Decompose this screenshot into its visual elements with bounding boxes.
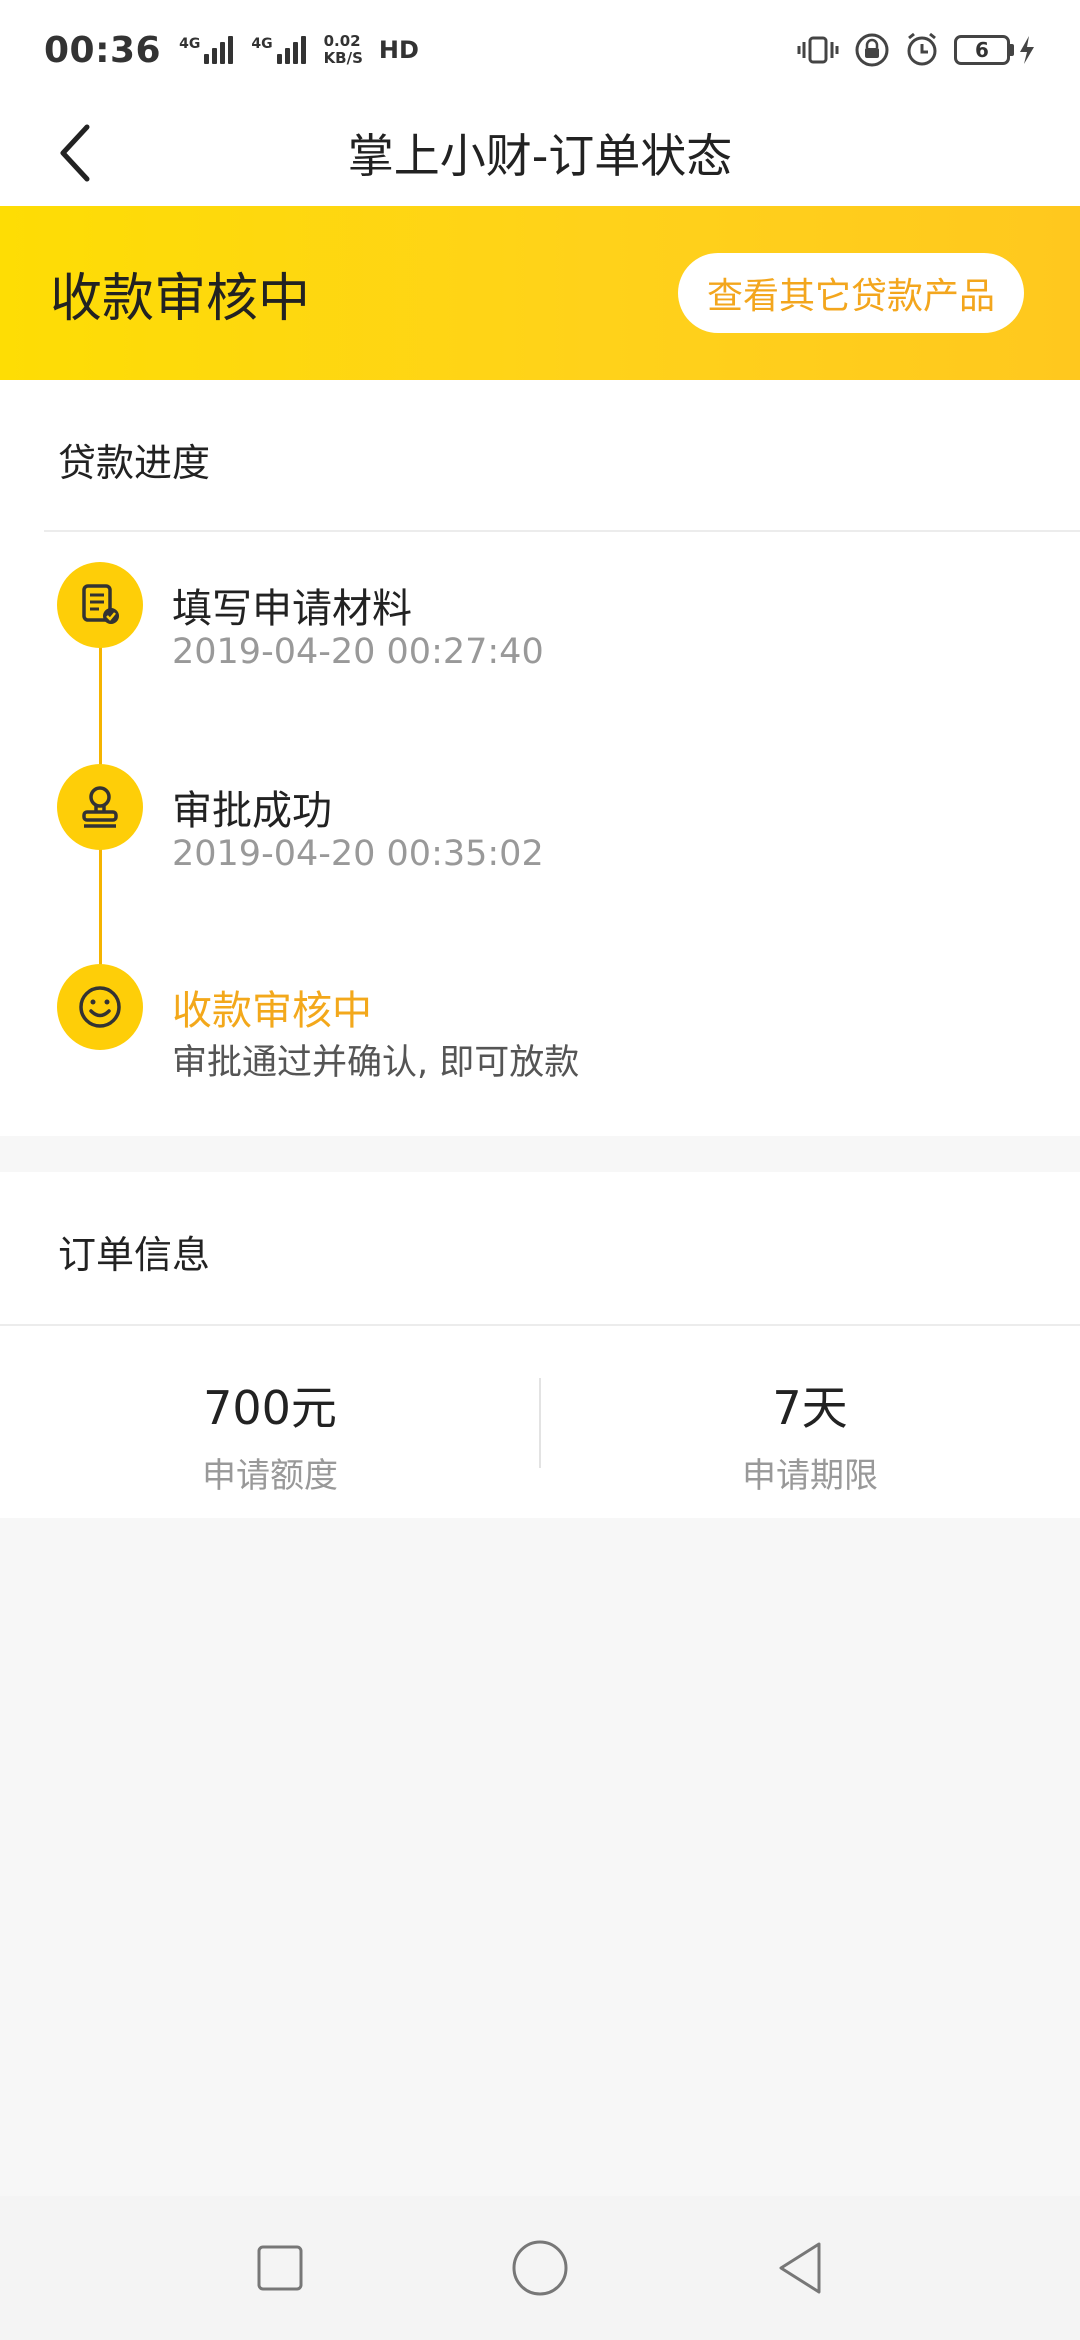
stamp-icon	[82, 786, 118, 828]
step-description: 审批通过并确认, 即可放款	[172, 1043, 580, 1083]
status-time: 00:36	[44, 29, 162, 71]
recent-apps-icon	[257, 2245, 303, 2291]
step-icon-approved	[57, 764, 143, 850]
page-title: 掌上小财-订单状态	[347, 129, 733, 183]
document-check-icon	[82, 584, 119, 624]
step-title: 审批成功	[172, 788, 332, 834]
amount-value: 700元	[203, 1381, 337, 1435]
order-section-title: 订单信息	[58, 1233, 211, 1277]
order-term: 7天 申请期限	[540, 1372, 1080, 1497]
amount-label: 申请额度	[202, 1456, 338, 1496]
home-button[interactable]	[485, 2213, 595, 2323]
alarm-icon	[907, 32, 937, 66]
order-amount: 700元 申请额度	[0, 1372, 540, 1497]
network-speed: 0.02 KB/S	[324, 33, 363, 67]
chevron-left-icon	[60, 124, 90, 182]
hd-icon: HD	[378, 36, 419, 64]
divider	[44, 530, 1080, 532]
back-system-button[interactable]	[745, 2213, 855, 2323]
signal-icon: 4G	[179, 36, 234, 64]
navbar: 掌上小财-订单状态	[0, 100, 1080, 206]
screen: 00:36 4G 4G 0.02 KB/S HD 6 掌上小财-订单状态 收款审…	[0, 0, 1080, 2340]
term-label: 申请期限	[742, 1456, 878, 1496]
loan-progress-card: 贷款进度 填写申请材料 2019-04-20 00:27:40 审批成功 201…	[0, 380, 1080, 1136]
banner-status-text: 收款审核中	[50, 268, 311, 329]
divider	[0, 1324, 1080, 1326]
status-bar: 00:36 4G 4G 0.02 KB/S HD 6	[0, 0, 1080, 100]
system-navigation-bar	[0, 2196, 1080, 2340]
term-value: 7天	[772, 1381, 848, 1435]
status-right: 6	[796, 32, 1036, 68]
back-triangle-icon	[779, 2242, 821, 2294]
recent-apps-button[interactable]	[225, 2213, 335, 2323]
charging-icon	[1020, 36, 1034, 64]
step-icon-reviewing	[57, 964, 143, 1050]
back-button[interactable]	[40, 114, 110, 192]
network-type-label: 4G	[251, 36, 273, 52]
smiley-icon	[79, 986, 121, 1028]
signal-icon: 4G	[251, 36, 306, 64]
step-timestamp: 2019-04-20 00:35:02	[172, 834, 544, 874]
step-title: 填写申请材料	[172, 586, 412, 632]
status-left: 00:36 4G 4G 0.02 KB/S HD	[44, 30, 419, 71]
network-type-label: 4G	[179, 36, 201, 52]
order-info-card: 订单信息 700元 申请额度 7天 申请期限	[0, 1172, 1080, 1518]
vibrate-icon	[797, 36, 839, 64]
step-icon-application	[57, 562, 143, 648]
battery-icon: 6	[954, 35, 1036, 65]
home-icon	[512, 2240, 568, 2296]
lock-rotation-icon	[855, 33, 889, 67]
speed-value: 0.02	[323, 32, 361, 50]
other-loan-products-button[interactable]: 查看其它贷款产品	[678, 253, 1024, 333]
status-banner: 收款审核中 查看其它贷款产品	[0, 206, 1080, 380]
progress-section-title: 贷款进度	[58, 441, 211, 485]
battery-level: 6	[954, 35, 1010, 65]
speed-unit: KB/S	[323, 49, 363, 67]
step-title-current: 收款审核中	[172, 988, 372, 1034]
step-timestamp: 2019-04-20 00:27:40	[172, 632, 544, 672]
